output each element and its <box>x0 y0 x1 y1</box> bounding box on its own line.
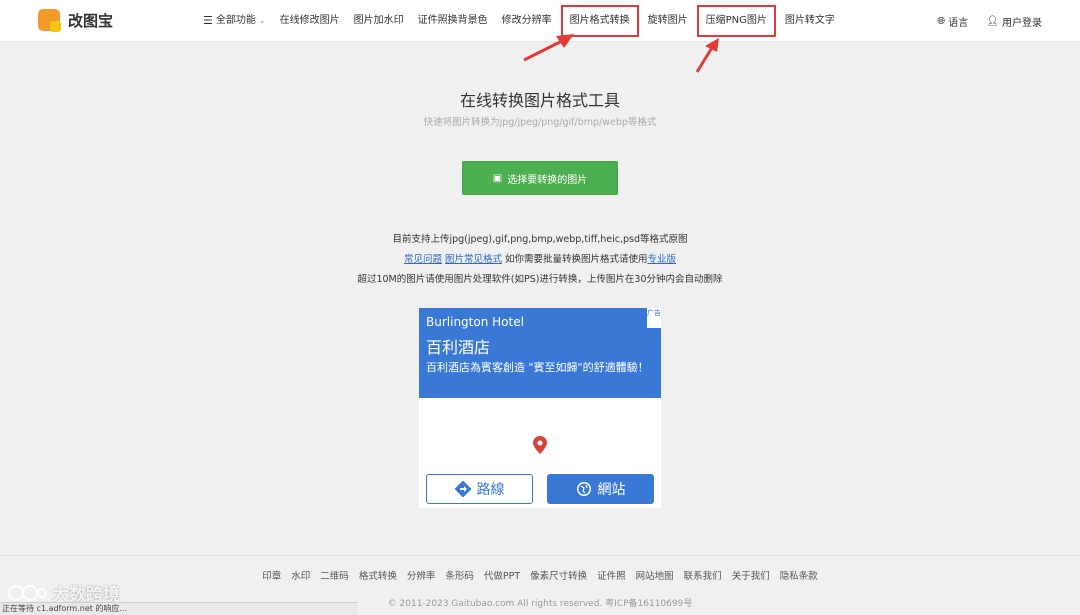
help-links-row: 常见问题 图片常见格式 如你需要批量转换图片格式请使用专业版 <box>0 251 1080 265</box>
language-label: 语言 <box>948 17 969 29</box>
nav-id-photo-bg[interactable]: 证件照换背景色 <box>411 0 495 42</box>
logo-text: 改图宝 <box>68 11 114 30</box>
logo-icon <box>38 9 61 32</box>
footer-link[interactable]: 水印 <box>291 568 310 582</box>
page: 改图宝 ☰ 全部功能 ⌄ 在线修改图片 图片加水印 证件照换背景色 修改分辨率 … <box>0 0 1080 615</box>
page-title: 在线转换图片格式工具 <box>459 91 620 110</box>
nav-image-to-text[interactable]: 图片转文字 <box>778 0 842 42</box>
footer-link[interactable]: 像素尺寸转换 <box>530 568 587 582</box>
nav-compress-png[interactable]: 压缩PNG图片 <box>696 5 776 37</box>
ad-website-button[interactable]: 網站 <box>547 474 654 504</box>
globe-icon <box>576 481 592 497</box>
login-label: 用户登录 <box>1002 17 1042 29</box>
login-link[interactable]: 👤︎ 用户登录 <box>986 14 1042 29</box>
nav-all-features[interactable]: ☰ 全部功能 ⌄ <box>196 0 273 42</box>
browser-status-bar: 正在等待 c1.adform.net 的响应... <box>0 602 358 615</box>
nav-all-features-label: 全部功能 <box>215 15 256 26</box>
ad-banner: 广告 Burlington Hotel 百利酒店 百利酒店為賓客創造 "賓至如歸… <box>419 308 661 398</box>
advertisement[interactable]: 广告 Burlington Hotel 百利酒店 百利酒店為賓客創造 "賓至如歸… <box>419 308 661 508</box>
annotation-arrow-right <box>695 38 719 73</box>
watermark-logo-icon <box>8 584 47 601</box>
select-image-label: 选择要转换的图片 <box>507 174 588 186</box>
support-formats-text: 目前支持上传jpg(jpeg),gif,png,bmp,webp,tiff,he… <box>392 234 688 245</box>
notice-text: 超过10M的图片请使用图片处理软件(如PS)进行转换，上传图片在30分钟内会自动… <box>357 274 723 285</box>
footer-link[interactable]: 二维码 <box>320 568 349 582</box>
footer-divider <box>0 555 1080 556</box>
annotation-arrow-left <box>523 34 574 62</box>
user-icon: 👤︎ <box>986 15 999 27</box>
faq-link[interactable]: 常见问题 <box>404 254 442 265</box>
footer-link[interactable]: 条形码 <box>445 568 474 582</box>
footer-link[interactable]: 分辨率 <box>407 568 436 582</box>
ad-hotel-name: Burlington Hotel <box>426 315 524 329</box>
menu-icon: ☰ <box>203 14 213 27</box>
footer-link[interactable]: 代做PPT <box>484 568 520 582</box>
footer-link[interactable]: 格式转换 <box>359 568 397 582</box>
site-logo[interactable]: 改图宝 <box>38 9 114 32</box>
footer-link[interactable]: 联系我们 <box>684 568 722 582</box>
ad-route-label: 路線 <box>476 482 505 498</box>
select-image-button[interactable]: ▣ 选择要转换的图片 <box>462 161 618 195</box>
footer-link[interactable]: 证件照 <box>597 568 626 582</box>
image-formats-link[interactable]: 图片常见格式 <box>445 254 502 265</box>
footer-links: 印章 水印 二维码 格式转换 分辨率 条形码 代做PPT 像素尺寸转换 证件照 … <box>0 568 1080 582</box>
footer-link[interactable]: 关于我们 <box>732 568 770 582</box>
map-pin-icon <box>533 436 547 454</box>
ad-website-label: 網站 <box>597 482 626 498</box>
nav-edit-image[interactable]: 在线修改图片 <box>273 0 347 42</box>
batch-text: 如你需要批量转换图片格式请使用 <box>505 254 648 265</box>
nav-rotate-image[interactable]: 旋转图片 <box>641 0 695 42</box>
pro-version-link[interactable]: 专业版 <box>648 254 677 265</box>
ad-description: 百利酒店為賓客創造 "賓至如歸"的舒適體驗！ <box>426 361 649 374</box>
globe-icon: 🌐︎ <box>937 15 946 27</box>
ad-hotel-cn-name: 百利酒店 <box>426 338 491 357</box>
page-subtitle: 快速将图片转换为jpg/jpeg/png/gif/bmp/webp等格式 <box>423 117 657 128</box>
right-nav: 🌐︎ 语言 👤︎ 用户登录 <box>919 0 1042 42</box>
ad-route-button[interactable]: 路線 <box>426 474 533 504</box>
ad-choices-badge[interactable]: 广告 <box>647 308 661 328</box>
image-icon: ▣ <box>492 172 503 184</box>
directions-icon <box>454 481 471 497</box>
main-nav: ☰ 全部功能 ⌄ 在线修改图片 图片加水印 证件照换背景色 修改分辨率 图片格式… <box>196 0 842 42</box>
footer-link[interactable]: 印章 <box>262 568 281 582</box>
footer-link[interactable]: 网站地图 <box>636 568 674 582</box>
footer-link[interactable]: 隐私条款 <box>780 568 818 582</box>
language-switch[interactable]: 🌐︎ 语言 <box>937 14 968 29</box>
chevron-down-icon: ⌄ <box>258 16 266 25</box>
nav-add-watermark[interactable]: 图片加水印 <box>347 0 411 42</box>
